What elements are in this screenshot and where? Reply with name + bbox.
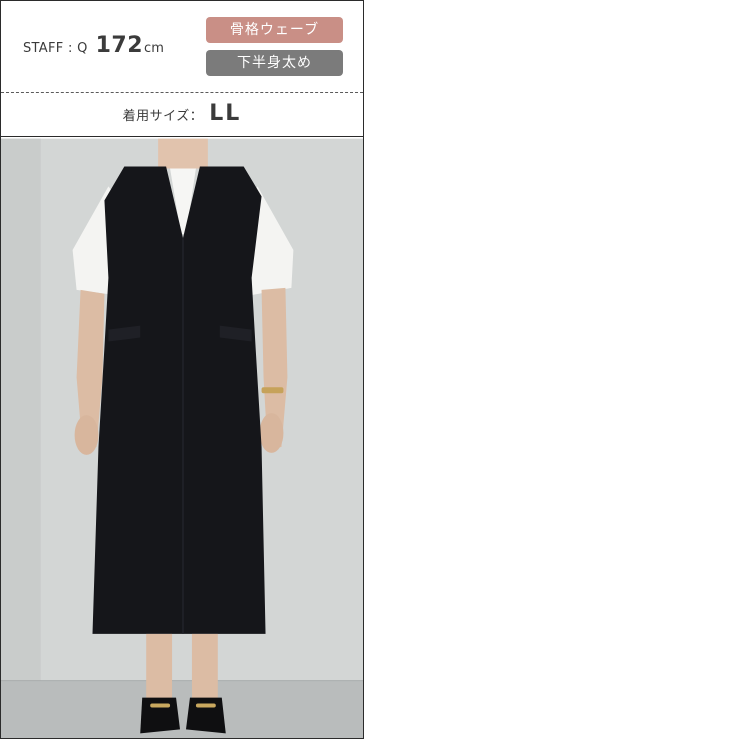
- right-loafer: [185, 697, 226, 734]
- right-hand: [259, 413, 284, 453]
- neck: [158, 138, 208, 169]
- product-card: STAFF : Q 172 cm 骨格ウェーブ 下半身太め 着用サイズ： LL: [0, 0, 364, 739]
- right-buckle: [195, 703, 216, 708]
- staff-height-unit: cm: [144, 41, 164, 56]
- staff-info-header: STAFF : Q 172 cm 骨格ウェーブ 下半身太め 着用サイズ： LL: [1, 1, 363, 137]
- dress: [92, 166, 266, 634]
- wearing-size-value: LL: [209, 101, 242, 126]
- left-loafer: [140, 697, 181, 734]
- wearing-size: 着用サイズ： LL: [1, 101, 363, 126]
- dashed-divider: [1, 92, 363, 93]
- wearing-size-label: 着用サイズ：: [122, 109, 204, 124]
- right-leg: [191, 633, 218, 702]
- staff-label: STAFF : Q: [23, 41, 88, 56]
- model-photo: [1, 138, 363, 738]
- left-leg: [146, 633, 173, 702]
- left-buckle: [150, 703, 171, 708]
- staff-height-value: 172: [95, 33, 144, 58]
- body-type-badge: 骨格ウェーブ: [206, 17, 343, 43]
- wall-shade: [1, 138, 41, 681]
- body-feature-badge: 下半身太め: [206, 50, 343, 76]
- bracelet: [261, 387, 284, 394]
- floor: [1, 680, 363, 738]
- left-hand: [74, 415, 99, 455]
- staff-info: STAFF : Q 172 cm: [23, 33, 164, 58]
